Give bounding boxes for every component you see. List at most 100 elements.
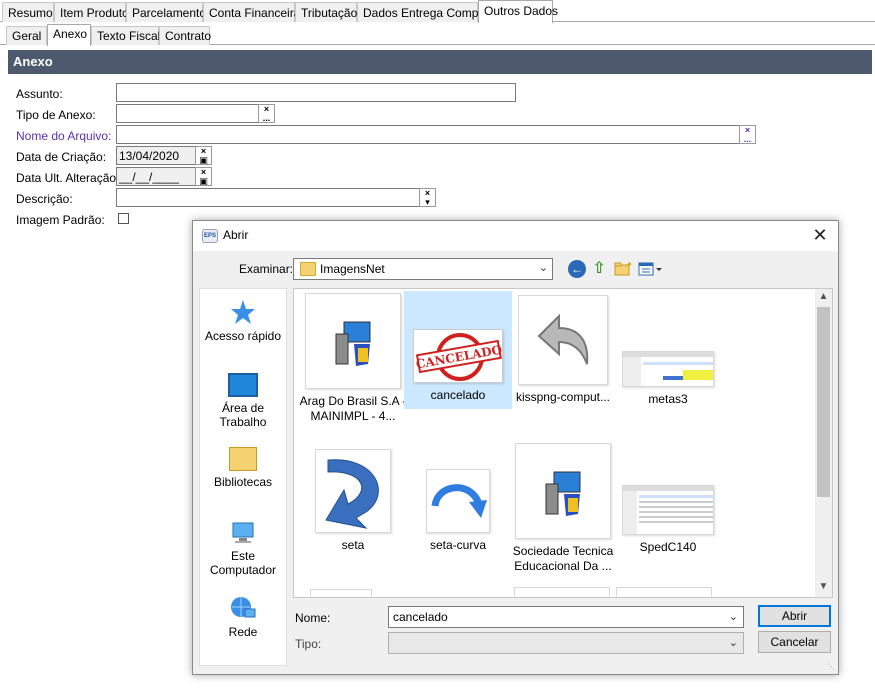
- tab-item-produto[interactable]: Item Produto: [54, 2, 129, 22]
- file-item[interactable]: Arag Do Brasil S.A - MAINIMPL - 4...: [299, 291, 407, 431]
- tab-label: Resumo: [8, 6, 53, 20]
- installer-icon: [515, 443, 611, 539]
- subtab-contrato[interactable]: Contrato: [159, 26, 212, 45]
- ellipsis-icon: ...: [262, 113, 271, 123]
- file-item[interactable]: seta: [299, 441, 407, 581]
- screenshot-thumb: [622, 485, 714, 535]
- lookin-combo[interactable]: ImagensNet ⌄: [293, 258, 553, 280]
- chevron-down-icon[interactable]: ⌄: [729, 636, 738, 649]
- lookin-value: ImagensNet: [320, 262, 385, 276]
- tipo-label: Tipo:: [295, 637, 322, 651]
- subtab-geral[interactable]: Geral: [6, 26, 47, 45]
- file-list: Arag Do Brasil S.A - MAINIMPL - 4... CAN…: [293, 288, 833, 598]
- open-button[interactable]: Abrir: [758, 605, 831, 627]
- file-item[interactable]: seta-curva: [404, 441, 512, 581]
- file-list-scrollbar[interactable]: ▲ ▼: [815, 289, 832, 597]
- back-icon[interactable]: ←: [568, 260, 586, 278]
- file-item-partial[interactable]: [514, 587, 610, 597]
- file-name: cancelado: [430, 388, 486, 402]
- file-item[interactable]: SpedC140: [614, 441, 722, 581]
- data-alteracao-calendar-button[interactable]: × ▣: [195, 167, 212, 186]
- place-network[interactable]: Rede: [200, 595, 286, 639]
- calendar-icon: ▣: [199, 155, 208, 165]
- place-label: Rede: [228, 625, 258, 639]
- tab-parcelamento[interactable]: Parcelamento: [126, 2, 207, 22]
- nome-label: Nome:: [295, 611, 331, 625]
- data-alteracao-label: Data Ult. Alteração:: [16, 171, 120, 185]
- chevron-down-icon: ⌄: [538, 262, 548, 274]
- tab-resumo[interactable]: Resumo: [2, 2, 54, 22]
- chevron-down-icon[interactable]: ⌄: [729, 610, 738, 623]
- file-item[interactable]: Sociedade Tecnica Educacional Da ...: [509, 441, 617, 581]
- tab-outros-dados[interactable]: Outros Dados: [478, 0, 558, 23]
- sub-tab-bar: Geral Anexo Texto Fiscal Contrato: [0, 24, 875, 46]
- tipo-anexo-lookup-button[interactable]: × ...: [258, 104, 275, 123]
- place-libraries[interactable]: Bibliotecas: [200, 447, 286, 489]
- nome-arquivo-input[interactable]: [116, 125, 740, 144]
- file-item[interactable]: kisspng-comput...: [509, 291, 617, 431]
- open-file-dialog: EPS Abrir ✕ Examinar: ImagensNet ⌄ ← ⇧ ✦…: [192, 220, 839, 675]
- subtab-anexo[interactable]: Anexo: [47, 24, 91, 46]
- tipo-anexo-input[interactable]: [116, 104, 259, 123]
- data-criacao-label: Data de Criação:: [16, 150, 107, 164]
- place-label: Bibliotecas: [213, 475, 273, 489]
- file-item-partial[interactable]: [310, 589, 372, 597]
- data-criacao-input[interactable]: 13/04/2020: [116, 146, 196, 165]
- up-folder-icon[interactable]: ⇧: [590, 260, 608, 278]
- file-name: kisspng-comput...: [515, 390, 611, 404]
- place-label: Este Computador: [209, 549, 277, 577]
- tipo-select[interactable]: ⌄: [388, 632, 744, 654]
- file-item[interactable]: metas3: [614, 291, 722, 431]
- tab-dados-entrega-compra[interactable]: Dados Entrega Compra: [357, 2, 489, 22]
- nome-value: cancelado: [393, 610, 448, 624]
- network-icon: [229, 595, 257, 621]
- data-alteracao-input[interactable]: __/__/____: [116, 167, 196, 186]
- tab-label: Contrato: [165, 29, 212, 43]
- screenshot-thumb: [622, 351, 714, 387]
- tab-label: Tributação: [301, 6, 358, 20]
- place-label: Acesso rápido: [204, 329, 282, 343]
- scroll-up-icon[interactable]: ▲: [817, 291, 830, 305]
- tab-tributacao[interactable]: Tributação: [295, 2, 357, 22]
- computer-icon: [229, 521, 257, 545]
- file-item-partial[interactable]: [616, 587, 712, 597]
- file-name: seta: [341, 538, 365, 552]
- descricao-dropdown-button[interactable]: × ▾: [419, 188, 436, 207]
- tab-label: Outros Dados: [484, 4, 559, 18]
- star-icon: [230, 299, 256, 325]
- file-name: metas3: [648, 392, 688, 406]
- svg-text:✦: ✦: [626, 260, 632, 269]
- file-item-selected[interactable]: CANCELADO cancelado: [404, 291, 512, 409]
- app-icon: EPS: [202, 229, 218, 243]
- descricao-label: Descrição:: [16, 192, 73, 206]
- resize-grip-icon[interactable]: ⋱: [827, 663, 835, 671]
- data-criacao-calendar-button[interactable]: × ▣: [195, 146, 212, 165]
- scroll-down-icon[interactable]: ▼: [817, 581, 830, 595]
- calendar-icon: ▣: [199, 176, 208, 186]
- subtab-texto-fiscal[interactable]: Texto Fiscal: [91, 26, 160, 45]
- place-quick-access[interactable]: Acesso rápido: [200, 299, 286, 343]
- cancelado-stamp: CANCELADO: [413, 329, 503, 383]
- place-this-pc[interactable]: Este Computador: [200, 521, 286, 577]
- view-menu-icon[interactable]: [638, 260, 664, 278]
- new-folder-icon[interactable]: ✦: [614, 260, 633, 278]
- scrollbar-thumb[interactable]: [817, 307, 830, 497]
- nome-arquivo-browse-button[interactable]: × ...: [739, 125, 756, 144]
- tab-label: Dados Entrega Compra: [363, 6, 490, 20]
- nome-input[interactable]: cancelado ⌄: [388, 606, 744, 628]
- cancel-button[interactable]: Cancelar: [758, 631, 831, 653]
- file-name: SpedC140: [639, 540, 697, 554]
- file-name: Arag Do Brasil S.A - MAINIMPL - 4...: [299, 394, 407, 423]
- assunto-input[interactable]: [116, 83, 516, 102]
- tab-label: Parcelamento: [132, 6, 207, 20]
- assunto-label: Assunto:: [16, 87, 63, 101]
- place-desktop[interactable]: Área de Trabalho: [200, 373, 286, 429]
- imagem-padrao-checkbox[interactable]: [118, 213, 129, 224]
- descricao-input[interactable]: [116, 188, 420, 207]
- tab-conta-financeira[interactable]: Conta Financeira: [203, 2, 300, 22]
- section-header: Anexo: [8, 50, 872, 74]
- close-icon[interactable]: ✕: [810, 225, 830, 245]
- dialog-title: Abrir: [223, 228, 249, 242]
- places-sidebar: Acesso rápido Área de Trabalho Bibliotec…: [199, 288, 287, 666]
- imagem-padrao-label: Imagem Padrão:: [16, 213, 105, 227]
